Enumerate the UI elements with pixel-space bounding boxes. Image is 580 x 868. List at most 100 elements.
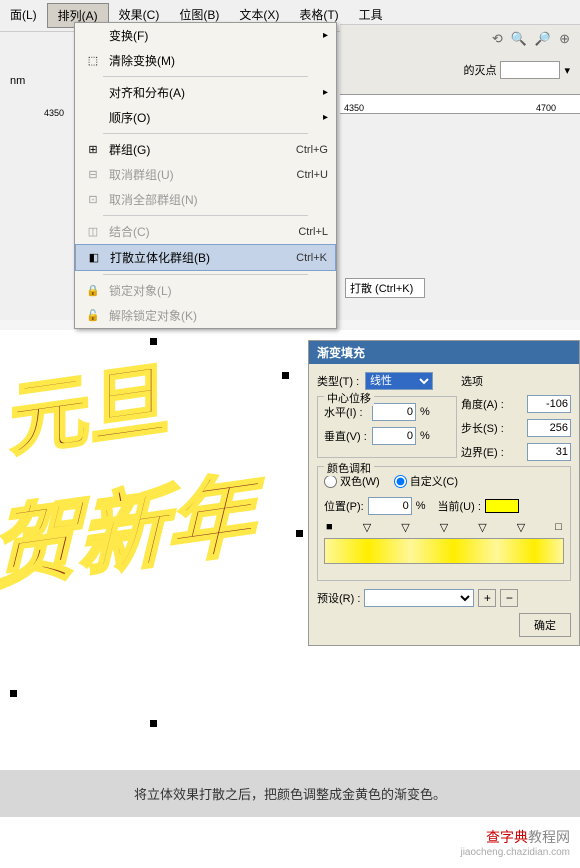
current-label: 当前(U) : xyxy=(438,498,481,514)
horiz-label: 水平(I) : xyxy=(324,404,368,420)
zoom-in-icon[interactable]: 🔍 xyxy=(511,31,527,47)
vert-input[interactable] xyxy=(372,427,416,445)
vanishing-point-input[interactable] xyxy=(500,61,560,79)
selection-handle[interactable] xyxy=(282,372,289,379)
grad-marker[interactable]: ▽ xyxy=(440,521,448,534)
combine-icon: ◫ xyxy=(83,225,103,238)
options-label: 选项 xyxy=(461,373,571,389)
type-label: 类型(T) : xyxy=(317,373,361,389)
vert-label: 垂直(V) : xyxy=(324,428,368,444)
ruler-tick-left: 4350 xyxy=(44,108,64,118)
separator xyxy=(103,274,308,275)
angle-label: 角度(A) : xyxy=(461,396,504,412)
selection-handle[interactable] xyxy=(150,338,157,345)
ruler-tick: 4350 xyxy=(344,103,364,113)
grad-marker[interactable]: ▽ xyxy=(478,521,486,534)
selection-handle[interactable] xyxy=(10,690,17,697)
menu-face[interactable]: 面(L) xyxy=(0,3,47,28)
menu-group[interactable]: ⊞ 群组(G) Ctrl+G xyxy=(75,137,336,162)
ungroup-icon: ⊟ xyxy=(83,168,103,181)
units-label: nm xyxy=(10,75,25,87)
current-color-swatch[interactable] xyxy=(485,499,519,513)
lock-icon: 🔒 xyxy=(83,284,103,297)
grad-marker[interactable]: ▽ xyxy=(401,521,409,534)
app-top-section: 面(L) 排列(A) 效果(C) 位图(B) 文本(X) 表格(T) 工具 ⟲ … xyxy=(0,0,580,320)
percent: % xyxy=(420,406,430,418)
artwork-3d-text[interactable]: 元旦 贺新年 xyxy=(0,350,300,670)
zoom-out-icon[interactable]: 🔎 xyxy=(535,31,551,47)
watermark-footer: 查字典教程网 jiaocheng.chazidian.com xyxy=(0,817,580,868)
arrange-dropdown: 变换(F) ▸ ⬚ 清除变换(M) 对齐和分布(A) ▸ 顺序(O) ▸ ⊞ 群… xyxy=(74,22,337,329)
svg-text:贺新年: 贺新年 xyxy=(0,463,263,600)
grad-marker[interactable]: ▽ xyxy=(363,521,371,534)
brand-url: jiaocheng.chazidian.com xyxy=(10,847,570,858)
menu-order[interactable]: 顺序(O) ▸ xyxy=(75,105,336,130)
menu-ungroup: ⊟ 取消群组(U) Ctrl+U xyxy=(75,162,336,187)
menu-align-distribute[interactable]: 对齐和分布(A) ▸ xyxy=(75,80,336,105)
preset-label: 预设(R) : xyxy=(317,590,360,606)
menu-combine: ◫ 结合(C) Ctrl+L xyxy=(75,219,336,244)
refresh-icon[interactable]: ⟲ xyxy=(492,31,503,47)
brand-text: 查字典教程网 xyxy=(486,829,570,845)
shortcut: Ctrl+K xyxy=(296,252,327,264)
color-blend-label: 颜色调和 xyxy=(324,460,374,476)
type-combo[interactable]: 线性 xyxy=(365,372,433,390)
separator xyxy=(103,133,308,134)
svg-text:元旦: 元旦 xyxy=(10,354,170,466)
shortcut: Ctrl+G xyxy=(296,144,328,156)
preset-remove-button[interactable]: − xyxy=(500,589,518,607)
angle-input[interactable] xyxy=(527,395,571,413)
canvas-and-dialog: 元旦 贺新年 渐变填充 类型(T) : 线性 选项 角度(A) : 步长(S) … xyxy=(0,330,580,770)
gradient-preview[interactable] xyxy=(324,538,564,564)
step-label: 步长(S) : xyxy=(461,420,504,436)
menu-break-apart-extrude[interactable]: ◧ 打散立体化群组(B) Ctrl+K xyxy=(75,244,336,271)
grad-marker[interactable]: ▽ xyxy=(517,521,525,534)
gradient-fill-dialog: 渐变填充 类型(T) : 线性 选项 角度(A) : 步长(S) : 边界(E)… xyxy=(308,340,580,646)
canvas[interactable]: 元旦 贺新年 xyxy=(0,330,310,770)
preset-add-button[interactable]: + xyxy=(478,589,496,607)
break-apart-icon: ◧ xyxy=(84,251,104,264)
zoom-fit-icon[interactable]: ⊕ xyxy=(559,31,570,47)
selection-handle[interactable] xyxy=(150,720,157,727)
ruler-tick: 4700 xyxy=(536,103,556,113)
center-offset-label: 中心位移 xyxy=(324,390,374,406)
ok-button[interactable]: 确定 xyxy=(519,613,571,637)
menu-lock-object: 🔒 锁定对象(L) xyxy=(75,278,336,303)
separator xyxy=(103,76,308,77)
custom-radio[interactable]: 自定义(C) xyxy=(394,473,458,489)
vanishing-point-field: 的灭点 ▾ xyxy=(463,61,570,79)
grad-marker[interactable]: ■ xyxy=(326,521,333,534)
preset-combo[interactable] xyxy=(364,589,474,607)
separator xyxy=(103,215,308,216)
horiz-input[interactable] xyxy=(372,403,416,421)
shortcut: Ctrl+U xyxy=(297,169,328,181)
percent: % xyxy=(416,500,426,512)
group-icon: ⊞ xyxy=(83,143,103,156)
menu-transform[interactable]: 变换(F) ▸ xyxy=(75,23,336,48)
grad-marker[interactable]: □ xyxy=(555,521,562,534)
unlock-icon: 🔓 xyxy=(83,309,103,322)
toolbar-zoom-icons: ⟲ 🔍 🔎 ⊕ xyxy=(492,31,570,47)
ruler: 4350 4700 xyxy=(340,94,580,114)
vanishing-point-label: 的灭点 xyxy=(463,62,496,78)
edge-input[interactable] xyxy=(527,443,571,461)
dialog-title: 渐变填充 xyxy=(309,341,579,364)
break-apart-toolbar-button[interactable]: 打散 (Ctrl+K) xyxy=(345,278,425,298)
chevron-right-icon: ▸ xyxy=(323,30,328,41)
step-input[interactable] xyxy=(527,419,571,437)
toolbar-area: ⟲ 🔍 🔎 ⊕ 的灭点 ▾ xyxy=(340,24,580,94)
ungroup-all-icon: ⊡ xyxy=(83,193,103,206)
menu-ungroup-all: ⊡ 取消全部群组(N) xyxy=(75,187,336,212)
position-input[interactable] xyxy=(368,497,412,515)
selection-handle[interactable] xyxy=(296,530,303,537)
clear-icon: ⬚ xyxy=(83,54,103,67)
dropdown-icon[interactable]: ▾ xyxy=(564,64,570,77)
position-label: 位置(P): xyxy=(324,498,364,514)
edge-label: 边界(E) : xyxy=(461,444,504,460)
percent: % xyxy=(420,430,430,442)
menu-unlock-object: 🔓 解除锁定对象(K) xyxy=(75,303,336,328)
menu-clear-transform[interactable]: ⬚ 清除变换(M) xyxy=(75,48,336,73)
shortcut: Ctrl+L xyxy=(298,226,328,238)
instruction-caption: 将立体效果打散之后，把颜色调整成金黄色的渐变色。 xyxy=(0,770,580,817)
chevron-right-icon: ▸ xyxy=(323,87,328,98)
